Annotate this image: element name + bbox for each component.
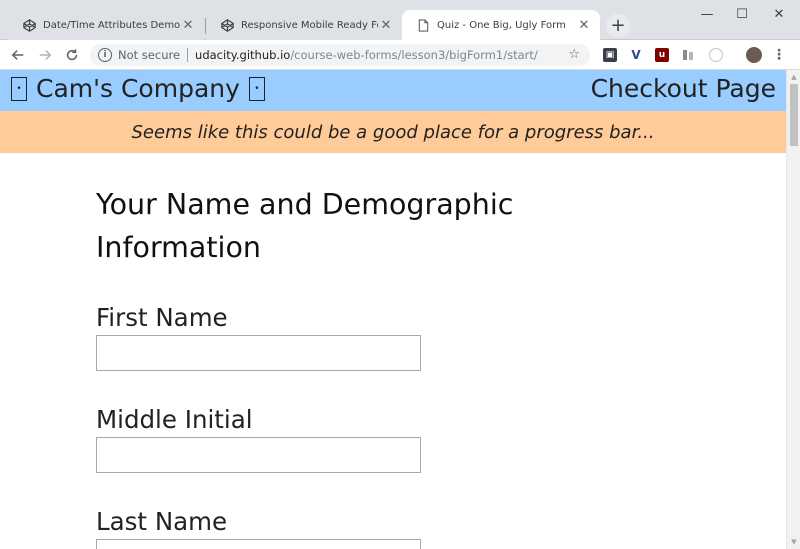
checkout-form: Your Name and Demographic Information Fi… [96, 153, 696, 549]
middle-initial-field: Middle Initial [96, 405, 696, 473]
close-icon[interactable]: ✕ [378, 17, 394, 33]
tab-title: Date/Time Attributes Demo [43, 19, 180, 31]
first-name-input[interactable] [96, 335, 421, 371]
first-name-field: First Name [96, 303, 696, 371]
last-name-input[interactable] [96, 539, 421, 549]
scroll-down-icon[interactable]: ▼ [787, 535, 800, 549]
tab-title: Quiz - One Big, Ugly Form [437, 19, 566, 31]
close-icon: ✕ [773, 6, 785, 22]
page-scrollbar[interactable]: ▲ ▼ [786, 70, 800, 549]
minimize-button[interactable]: — [690, 0, 724, 28]
progress-banner: Seems like this could be a good place fo… [0, 111, 786, 153]
window-close-button[interactable]: ✕ [762, 0, 796, 28]
back-button[interactable] [7, 44, 29, 66]
tab-responsive-forms[interactable]: Responsive Mobile Ready Forms ✕ [206, 10, 402, 40]
divider [187, 48, 189, 62]
bookmark-star-icon[interactable]: ☆ [568, 47, 580, 62]
missing-glyph-icon: • [11, 76, 27, 101]
reload-button[interactable] [61, 44, 83, 66]
security-label: Not secure [118, 48, 181, 62]
info-icon[interactable]: i [98, 48, 112, 62]
back-arrow-icon [11, 50, 24, 60]
site-header: • Cam's Company • Checkout Page [0, 70, 786, 111]
extension-bars-icon[interactable] [681, 48, 695, 62]
codepen-icon [22, 18, 36, 32]
forward-arrow-icon [39, 50, 52, 60]
maximize-icon: ☐ [736, 6, 748, 22]
browser-toolbar: i Not secure udacity.github.io/course-we… [0, 40, 800, 70]
page-icon [416, 18, 430, 32]
missing-glyph-icon: • [248, 76, 265, 101]
first-name-label: First Name [96, 303, 228, 332]
extension-v-icon[interactable]: V [629, 48, 643, 62]
last-name-field: Last Name [96, 507, 696, 549]
codepen-icon [220, 18, 234, 32]
browser-tab-strip: Date/Time Attributes Demo ✕ Responsive M… [0, 0, 800, 40]
scrollbar-thumb[interactable] [790, 84, 798, 146]
middle-initial-label: Middle Initial [96, 405, 253, 434]
tab-date-time-demo[interactable]: Date/Time Attributes Demo ✕ [8, 10, 204, 40]
menu-kebab-icon[interactable]: ⋮ [772, 47, 786, 63]
minimize-icon: — [700, 6, 714, 22]
section-heading: Your Name and Demographic Information [96, 188, 514, 264]
url-host: udacity.github.io [195, 48, 291, 62]
middle-initial-input[interactable] [96, 437, 421, 473]
page-title: Checkout Page [590, 74, 776, 103]
forward-button[interactable] [34, 44, 56, 66]
maximize-button[interactable]: ☐ [725, 0, 759, 28]
page-viewport: • Cam's Company • Checkout Page Seems li… [0, 70, 786, 549]
url-path: /course-web-forms/lesson3/bigForm1/start… [290, 48, 538, 62]
profile-avatar-icon[interactable] [746, 47, 762, 63]
scroll-up-icon[interactable]: ▲ [787, 70, 800, 84]
new-tab-button[interactable]: + [606, 14, 630, 38]
ublock-icon[interactable]: u [655, 48, 669, 62]
tab-title: Responsive Mobile Ready Forms [241, 19, 378, 31]
close-icon[interactable]: ✕ [180, 17, 196, 33]
close-icon[interactable]: ✕ [576, 17, 592, 33]
reload-icon [66, 49, 78, 61]
extension-circle-icon[interactable] [709, 48, 723, 62]
plus-icon: + [610, 15, 626, 36]
address-bar[interactable]: i Not secure udacity.github.io/course-we… [90, 44, 590, 66]
company-brand: • Cam's Company • [8, 74, 268, 103]
tab-quiz-form[interactable]: Quiz - One Big, Ugly Form ✕ [402, 10, 600, 40]
last-name-label: Last Name [96, 507, 228, 536]
extension-icon[interactable]: ▣ [603, 48, 617, 62]
company-name: Cam's Company [36, 74, 240, 103]
banner-text: Seems like this could be a good place fo… [131, 121, 655, 143]
